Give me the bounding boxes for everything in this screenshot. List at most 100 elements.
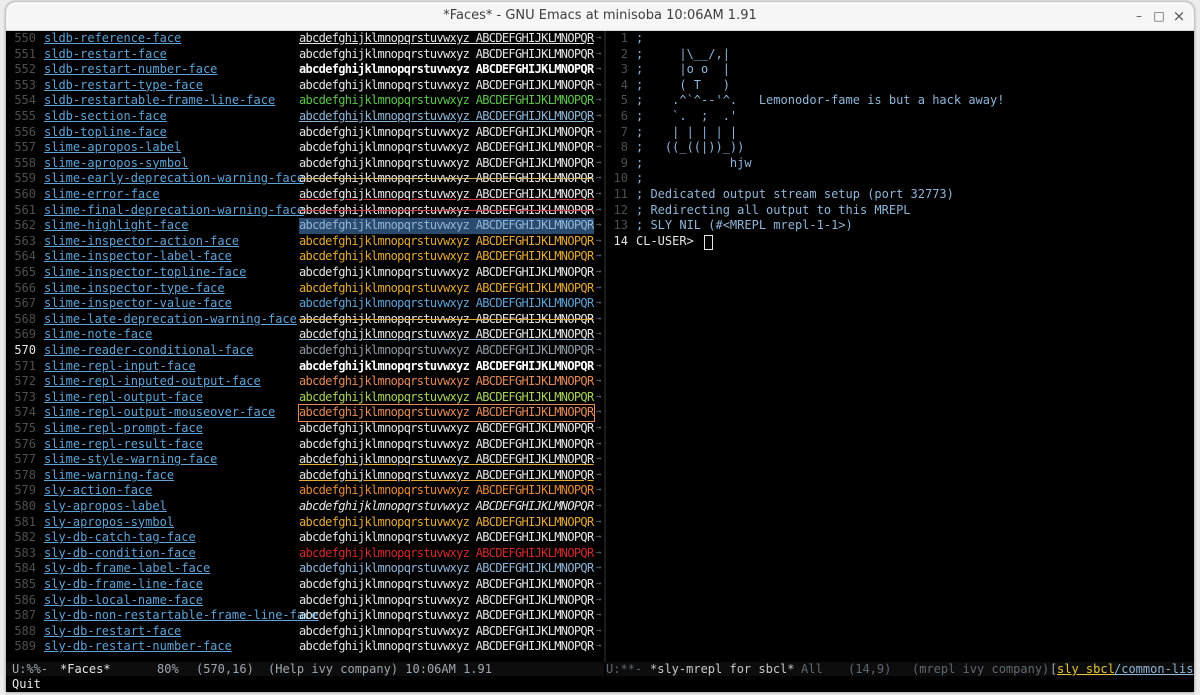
truncation-arrow-icon: → (596, 329, 602, 340)
line-number: 587 (14, 608, 36, 623)
face-name-link[interactable]: sly-db-restart-face (44, 624, 181, 640)
repl-line: 4 ; ( T ) (606, 78, 1194, 94)
face-name-link[interactable]: sldb-restart-face (44, 47, 167, 63)
face-name-link[interactable]: slime-inspector-topline-face (44, 265, 246, 281)
repl-line: 7 ; | | | | | (606, 125, 1194, 141)
face-row: 551 sldb-restart-face abcdefghijklmnopqrst… (6, 47, 604, 63)
face-sample: abcdefghijklmnopqrstuvwxyz ABCDEFGHIJKLM… (299, 218, 594, 234)
face-name-link[interactable]: slime-repl-output-face (44, 390, 203, 406)
repl-comment: ; ( T ) (636, 77, 730, 92)
line-number: 584 (14, 561, 36, 576)
sly-mrepl-buffer[interactable]: 1; 2; |\__/,| 3; |o o | 4; ( T ) 5; .^`^--'^… (606, 31, 1194, 662)
face-name-link[interactable]: sly-db-frame-label-face (44, 561, 210, 577)
face-name-link[interactable]: slime-error-face (44, 187, 160, 203)
line-number: 5 (620, 93, 628, 108)
mode-line-faces[interactable]: U:%%- *Faces* 80% (570,16) (Help ivy com… (6, 662, 604, 676)
face-row: 589 sly-db-restart-number-face abcdefghijk… (6, 639, 604, 655)
face-name-link[interactable]: slime-inspector-type-face (44, 281, 225, 297)
face-name-link[interactable]: sly-db-catch-tag-face (44, 530, 196, 546)
face-name-link[interactable]: sly-db-local-name-face (44, 593, 203, 609)
face-name-link[interactable]: sly-apropos-symbol (44, 515, 174, 531)
line-number: 2 (620, 46, 628, 61)
face-name-link[interactable]: slime-apropos-label (44, 140, 181, 156)
face-name-link[interactable]: slime-highlight-face (44, 218, 189, 234)
face-sample: abcdefghijklmnopqrstuvwxyz ABCDEFGHIJKLM… (299, 389, 594, 404)
face-row: 552 sldb-restart-number-face abcdefghijklm… (6, 62, 604, 78)
face-name-link[interactable]: slime-late-deprecation-warning-face (44, 312, 297, 328)
line-number: 9 (620, 155, 628, 170)
modeline-sly-connection[interactable]: sly sbcl (1057, 662, 1115, 676)
face-name-link[interactable]: sldb-restart-number-face (44, 62, 217, 78)
face-name-link[interactable]: slime-reader-conditional-face (44, 343, 254, 359)
face-name-link[interactable]: sldb-reference-face (44, 31, 181, 47)
truncation-arrow-icon: → (596, 282, 602, 293)
repl-line: 1; (606, 31, 1194, 47)
face-row: 571 slime-repl-input-face abcdefghijklmnop… (6, 359, 604, 375)
face-row: 579 sly-action-face abcdefghijklmnopqrstuv… (6, 483, 604, 499)
face-name-link[interactable]: slime-note-face (44, 327, 152, 343)
face-name-link[interactable]: slime-warning-face (44, 468, 174, 484)
truncation-arrow-icon: → (596, 469, 602, 480)
face-name-link[interactable]: slime-repl-input-face (44, 359, 196, 375)
title-bar[interactable]: *Faces* - GNU Emacs at minisoba 10:06AM … (6, 2, 1194, 31)
line-number: 573 (14, 389, 36, 404)
face-name-link[interactable]: sldb-restart-type-face (44, 78, 203, 94)
modeline-buffer-name[interactable]: *Faces* (60, 662, 111, 676)
face-name-link[interactable]: sldb-restartable-frame-line-face (44, 93, 275, 109)
modeline-modes[interactable]: (Help ivy company) 10:06AM 1.91 (268, 662, 492, 676)
face-name-link[interactable]: sly-apropos-label (44, 499, 167, 515)
face-name-link[interactable]: sldb-topline-face (44, 125, 167, 141)
face-row: 560 slime-error-face abcdefghijklmnopqrstu… (6, 187, 604, 203)
line-number: 570 (14, 343, 36, 357)
face-name-link[interactable]: slime-inspector-label-face (44, 249, 232, 265)
truncation-arrow-icon: → (596, 501, 602, 511)
face-name-link[interactable]: sly-db-non-restartable-frame-line-face (44, 608, 319, 624)
face-name-link[interactable]: slime-inspector-value-face (44, 296, 232, 312)
repl-comment: ; Redirecting all output to this MREPL (636, 202, 911, 217)
repl-line: 2 ; |\__/,| (606, 47, 1194, 63)
face-name-link[interactable]: sldb-section-face (44, 109, 167, 125)
maximize-icon[interactable]: □ (1150, 7, 1168, 25)
repl-comment: ; |\__/,| (636, 46, 730, 61)
face-row: 561 slime-final-deprecation-warning-face a… (6, 203, 604, 219)
face-name-link[interactable]: slime-final-deprecation-warning-face (44, 203, 304, 219)
face-sample: abcdefghijklmnopqrstuvwxyz ABCDEFGHIJKLM… (299, 514, 594, 529)
face-name-link[interactable]: sly-db-frame-line-face (44, 577, 203, 593)
face-name-link[interactable]: slime-repl-output-mouseover-face (44, 405, 275, 421)
face-sample: abcdefghijklmnopqrstuvwxyz ABCDEFGHIJKLM… (299, 639, 594, 654)
minimize-icon[interactable]: – (1130, 7, 1148, 25)
face-row: 558 slime-apropos-symbol abcdefghijklmnopq… (6, 156, 604, 172)
face-sample: abcdefghijklmnopqrstuvwxyz ABCDEFGHIJKLM… (299, 124, 594, 139)
face-name-link[interactable]: slime-repl-inputed-output-face (44, 374, 261, 390)
repl-prompt-line[interactable]: 14 CL-USER> (606, 234, 1194, 250)
line-number: 589 (14, 639, 36, 654)
line-number: 4 (620, 77, 628, 92)
face-name-link[interactable]: sly-db-condition-face (44, 546, 196, 562)
modeline-buffer-name[interactable]: *sly-mrepl for sbcl* (650, 662, 795, 676)
line-number: 563 (14, 233, 36, 248)
line-number: 10 (613, 171, 628, 186)
face-name-link[interactable]: slime-repl-result-face (44, 437, 203, 453)
mode-line-repl[interactable]: U:**- *sly-mrepl for sbcl* All (14,9) (m… (606, 662, 1194, 676)
face-name-link[interactable]: sly-action-face (44, 483, 152, 499)
face-row: 569 slime-note-face abcdefghijklmnopqrstuv… (6, 327, 604, 343)
face-name-link[interactable]: slime-inspector-action-face (44, 234, 239, 250)
face-name-link[interactable]: slime-early-deprecation-warning-face (44, 171, 304, 187)
line-number: 580 (14, 499, 36, 513)
truncation-arrow-icon: → (596, 235, 602, 246)
modeline-state: U:%%- (12, 662, 49, 676)
face-name-link[interactable]: slime-repl-prompt-face (44, 421, 203, 437)
close-icon[interactable]: × (1170, 7, 1188, 25)
modeline-sly-package[interactable]: /common-lisp- (1114, 662, 1194, 676)
text-cursor[interactable] (704, 234, 713, 250)
face-sample: abcdefghijklmnopqrstuvwxyz ABCDEFGHIJKLM… (299, 109, 594, 123)
truncation-arrow-icon: → (596, 594, 602, 605)
face-name-link[interactable]: sly-db-restart-number-face (44, 639, 232, 655)
line-number: 572 (14, 374, 36, 389)
faces-buffer[interactable]: 550 sldb-reference-face abcdefghijklmnopqr… (6, 31, 604, 662)
face-sample: abcdefghijklmnopqrstuvwxyz ABCDEFGHIJKLM… (299, 499, 594, 513)
modeline-modes[interactable]: (mrepl ivy company) (912, 662, 1049, 676)
face-name-link[interactable]: slime-apropos-symbol (44, 156, 189, 172)
line-number: 8 (620, 140, 628, 155)
face-name-link[interactable]: slime-style-warning-face (44, 452, 217, 468)
